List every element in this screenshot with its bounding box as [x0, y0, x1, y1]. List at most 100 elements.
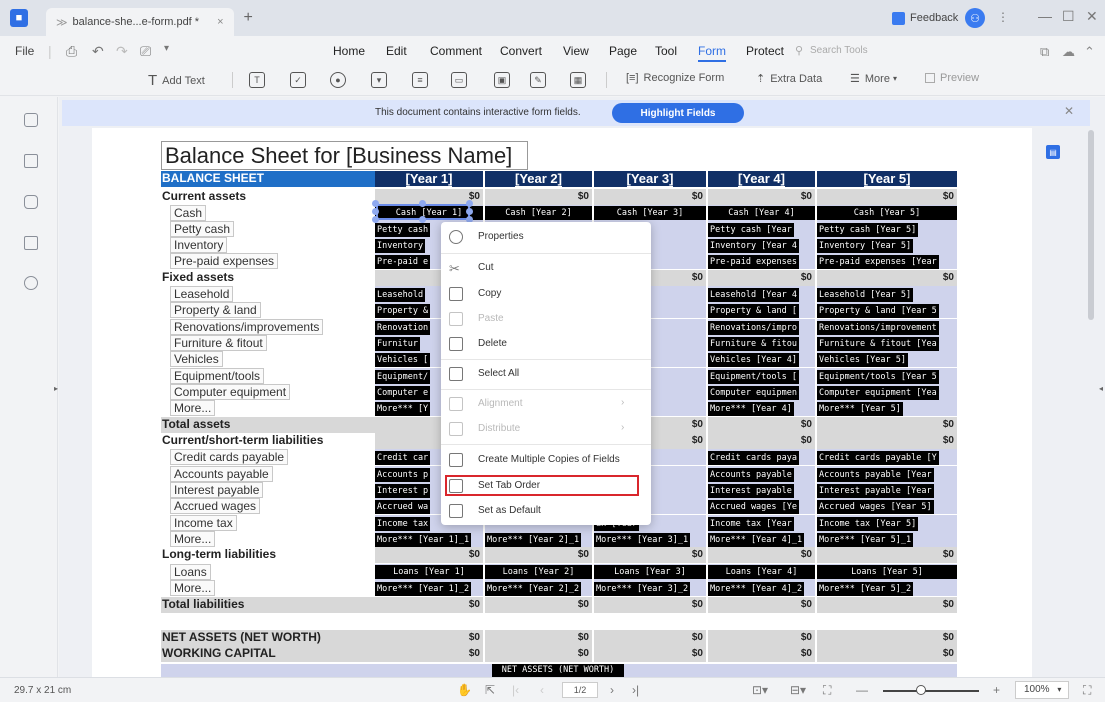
save-icon[interactable]: ⎙: [66, 43, 77, 60]
ctx-set-as-default[interactable]: Set as Default: [441, 499, 651, 524]
form-field[interactable]: Income tax [Year: [708, 515, 815, 531]
document-tab[interactable]: ≫ balance-she...e-form.pdf * ×: [46, 8, 234, 36]
sum-cell[interactable]: $0: [708, 270, 815, 286]
sum-cell[interactable]: $0: [594, 630, 706, 646]
date-field-icon[interactable]: ▦: [570, 72, 586, 88]
form-field[interactable]: More*** [Year 1]_1: [375, 531, 483, 547]
form-field[interactable]: Petty cash [Year: [708, 221, 815, 237]
search-icon[interactable]: [24, 276, 38, 290]
form-field[interactable]: Renovations/impro: [708, 319, 815, 335]
form-field[interactable]: Equipment/tools [Year 5: [817, 368, 957, 384]
form-field[interactable]: More*** [Year 2]_1: [485, 531, 592, 547]
radio-button-icon[interactable]: ●: [330, 72, 346, 88]
form-field[interactable]: Loans [Year 5]: [817, 564, 957, 580]
sum-cell[interactable]: $0: [485, 597, 592, 613]
sum-cell[interactable]: $0: [375, 630, 483, 646]
form-field[interactable]: Cash [Year 3]: [594, 205, 706, 221]
resize-handle[interactable]: [372, 208, 379, 215]
properties-panel-icon[interactable]: ▤: [1046, 145, 1060, 159]
checkbox-icon[interactable]: ✓: [290, 72, 306, 88]
collapse-left-icon[interactable]: ▸: [54, 384, 58, 393]
menu-form[interactable]: Form: [698, 44, 726, 62]
form-field[interactable]: Loans [Year 2]: [485, 564, 592, 580]
form-field[interactable]: Accounts payable [Year: [817, 466, 957, 482]
menu-view[interactable]: View: [563, 44, 589, 58]
customize-dropdown-icon[interactable]: ▾: [164, 43, 169, 54]
next-page-icon[interactable]: ›: [610, 683, 614, 697]
bookmark-icon[interactable]: [24, 154, 38, 168]
resize-handle[interactable]: [372, 216, 379, 223]
menu-protect[interactable]: Protect: [746, 44, 784, 58]
sum-cell[interactable]: $0: [708, 630, 815, 646]
undo-icon[interactable]: ↶: [92, 43, 104, 60]
zoom-select[interactable]: 100% ▾: [1015, 681, 1069, 699]
sum-cell[interactable]: $0: [594, 189, 706, 205]
redo-icon[interactable]: ↷: [116, 43, 128, 60]
resize-handle[interactable]: [372, 200, 379, 207]
sum-cell[interactable]: $0: [708, 547, 815, 563]
cloud-icon[interactable]: ☁: [1062, 44, 1075, 60]
resize-handle[interactable]: [419, 216, 426, 223]
tab-close-icon[interactable]: ×: [217, 16, 223, 28]
form-field[interactable]: Leasehold [Year 5]: [817, 286, 957, 302]
form-field[interactable]: Leasehold [Year 4: [708, 286, 815, 302]
recognize-form-button[interactable]: [≡] Recognize Form: [626, 72, 724, 84]
form-field[interactable]: More*** [Year 4]: [708, 400, 815, 416]
last-page-icon[interactable]: ›|: [632, 683, 639, 697]
minimize-button[interactable]: —: [1038, 8, 1052, 24]
form-field[interactable]: Property & land [Year 5: [817, 302, 957, 318]
vertical-scrollbar[interactable]: [1088, 130, 1094, 320]
sum-cell[interactable]: $0: [594, 646, 706, 662]
form-field[interactable]: Loans [Year 4]: [708, 564, 815, 580]
ctx-cut[interactable]: ✂ Cut: [441, 256, 651, 281]
attachment-icon[interactable]: [24, 236, 38, 250]
add-text-button[interactable]: T Add Text: [148, 72, 205, 89]
print-icon[interactable]: ⎚: [140, 43, 151, 60]
form-field[interactable]: Furniture & fitout [Yea: [817, 335, 957, 351]
menu-convert[interactable]: Convert: [500, 44, 542, 58]
resize-handle[interactable]: [466, 208, 473, 215]
sum-cell[interactable]: $0: [485, 646, 592, 662]
form-field[interactable]: Loans [Year 3]: [594, 564, 706, 580]
window-close-button[interactable]: ✕: [1086, 8, 1098, 25]
first-page-icon[interactable]: |‹: [512, 683, 519, 697]
combo-box-icon[interactable]: ▾: [371, 72, 387, 88]
fullscreen-icon[interactable]: ⛶: [1083, 683, 1091, 698]
menu-edit[interactable]: Edit: [386, 44, 407, 58]
sum-cell[interactable]: $0: [817, 597, 957, 613]
form-field[interactable]: Accounts payable: [708, 466, 815, 482]
form-field[interactable]: Cash [Year 4]: [708, 205, 815, 221]
sum-cell[interactable]: $0: [485, 630, 592, 646]
form-field[interactable]: Interest payable [Year: [817, 482, 957, 498]
page-layout-icon[interactable]: ⊡▾: [752, 683, 768, 697]
extra-data-button[interactable]: ⇡ Extra Data: [756, 72, 822, 86]
form-field[interactable]: More*** [Year 5]_2: [817, 580, 957, 596]
zoom-slider-handle[interactable]: [916, 685, 926, 695]
form-field[interactable]: More*** [Year 3]_1: [594, 531, 706, 547]
resize-handle[interactable]: [419, 200, 426, 207]
form-field[interactable]: Renovations/improvement: [817, 319, 957, 335]
form-field[interactable]: Accrued wages [Year 5]: [817, 498, 957, 514]
zoom-in-icon[interactable]: +: [993, 683, 1000, 697]
hand-tool-icon[interactable]: ✋: [457, 683, 472, 697]
comment-icon[interactable]: [24, 195, 38, 209]
sum-cell[interactable]: $0: [708, 433, 815, 449]
fit-page-icon[interactable]: ⛶: [823, 683, 831, 698]
sum-cell[interactable]: $0: [817, 189, 957, 205]
feedback-button[interactable]: Feedback: [892, 9, 958, 27]
search-tools-input[interactable]: Search Tools: [810, 45, 868, 56]
sum-cell[interactable]: $0: [817, 270, 957, 286]
sum-cell[interactable]: $0: [485, 189, 592, 205]
menu-page[interactable]: Page: [609, 44, 637, 58]
ctx-create-multiple-copies[interactable]: Create Multiple Copies of Fields: [441, 448, 651, 473]
form-field[interactable]: Vehicles [Year 5]: [817, 351, 957, 367]
sum-cell[interactable]: $0: [708, 597, 815, 613]
sum-cell[interactable]: $0: [817, 433, 957, 449]
ctx-properties[interactable]: Properties: [441, 225, 651, 250]
more-options-icon[interactable]: ⋮: [997, 10, 1009, 24]
button-field-icon[interactable]: ▭: [451, 72, 467, 88]
form-field[interactable]: Computer equipmen: [708, 384, 815, 400]
form-field[interactable]: Income tax [Year 5]: [817, 515, 957, 531]
form-field[interactable]: Equipment/tools [: [708, 368, 815, 384]
menu-comment[interactable]: Comment: [430, 44, 482, 58]
